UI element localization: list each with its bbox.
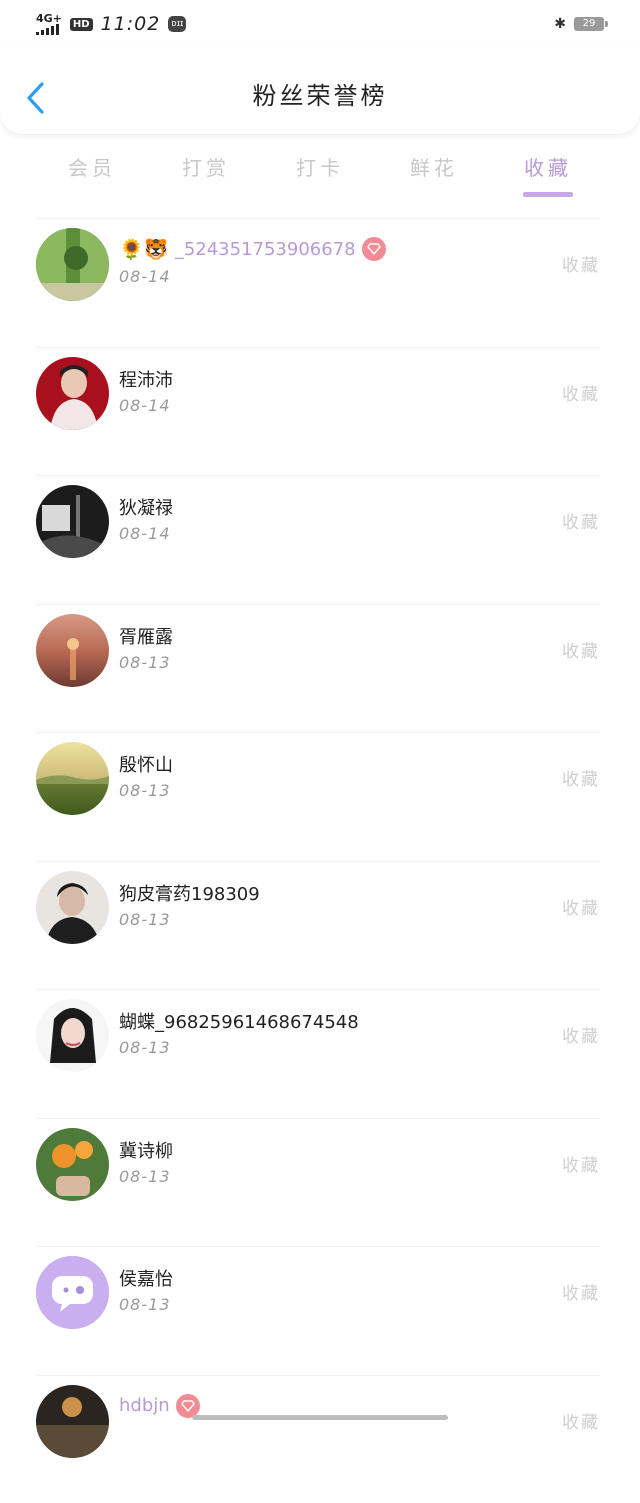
favorite-label: 收藏	[562, 1022, 600, 1047]
battery-indicator: 29	[574, 17, 604, 31]
username: 程沛沛	[119, 366, 173, 392]
favorite-label: 收藏	[562, 894, 600, 919]
username-emoji: 🌻🐯	[119, 237, 169, 261]
tab-label: 收藏	[524, 156, 572, 180]
avatar[interactable]	[36, 228, 109, 301]
username: 狗皮膏药198309	[119, 880, 260, 906]
status-left: 4G+ HD 11:02 ᴅɪɪ	[36, 13, 186, 35]
favorite-label: 收藏	[562, 765, 600, 790]
avatar[interactable]	[36, 1256, 109, 1329]
username-line: 殷怀山	[119, 751, 173, 777]
date: 08-13	[119, 653, 171, 672]
hd-badge: HD	[70, 18, 93, 31]
avatar-image	[36, 485, 109, 558]
list-item[interactable]: 狄凝禄 08-14 收藏	[36, 475, 600, 604]
status-right: ✱ 29	[554, 16, 604, 32]
favorite-label: 收藏	[562, 1279, 600, 1304]
username-line: 🌻🐯 _524351753906678	[119, 237, 386, 261]
tab-label: 鲜花	[410, 156, 458, 180]
status-bar: 4G+ HD 11:02 ᴅɪɪ ✱ 29	[0, 0, 640, 48]
username: 冀诗柳	[119, 1137, 173, 1163]
avatar[interactable]	[36, 742, 109, 815]
avatar-image	[36, 614, 109, 687]
avatar-image	[36, 742, 109, 815]
username-line: hdbjn	[119, 1394, 200, 1418]
list-item[interactable]: 胥雁露 08-13 收藏	[36, 604, 600, 733]
tab-bar: 会员 打赏 打卡 鲜花 收藏	[0, 140, 640, 198]
clock: 11:02	[101, 13, 161, 35]
favorite-label: 收藏	[562, 1408, 600, 1433]
tab-flowers[interactable]: 鲜花	[378, 140, 490, 198]
username-line: 狄凝禄	[119, 494, 173, 520]
signal-bars-icon	[36, 23, 62, 35]
date: 08-13	[119, 1167, 171, 1186]
favorite-label: 收藏	[562, 508, 600, 533]
default-avatar-icon	[36, 1256, 109, 1329]
home-indicator[interactable]	[192, 1415, 448, 1420]
tab-label: 会员	[68, 156, 116, 180]
avatar[interactable]	[36, 871, 109, 944]
avatar-image	[36, 357, 109, 430]
username-line: 侯嘉怡	[119, 1265, 173, 1291]
avatar[interactable]	[36, 999, 109, 1072]
active-tab-indicator	[523, 192, 573, 197]
avatar-image	[36, 1128, 109, 1201]
list-item[interactable]: 狗皮膏药198309 08-13 收藏	[36, 861, 600, 990]
vip-diamond-icon	[176, 1394, 200, 1418]
date: 08-14	[119, 396, 171, 415]
vip-diamond-icon	[362, 237, 386, 261]
fan-list: 🌻🐯 _524351753906678 08-14 收藏 程沛沛 08-14 收…	[0, 218, 640, 1503]
dji-icon: ᴅɪɪ	[168, 16, 186, 32]
username-line: 胥雁露	[119, 623, 173, 649]
tab-rewards[interactable]: 打赏	[150, 140, 262, 198]
username-line: 狗皮膏药198309	[119, 880, 260, 906]
tab-checkin[interactable]: 打卡	[264, 140, 376, 198]
list-item[interactable]: 冀诗柳 08-13 收藏	[36, 1118, 600, 1247]
signal-indicator: 4G+	[36, 13, 62, 35]
list-item[interactable]: 殷怀山 08-13 收藏	[36, 732, 600, 861]
avatar[interactable]	[36, 1385, 109, 1458]
avatar[interactable]	[36, 357, 109, 430]
bluetooth-icon: ✱	[554, 16, 566, 32]
date: 08-14	[119, 524, 171, 543]
tab-label: 打赏	[182, 156, 230, 180]
avatar-image	[36, 871, 109, 944]
date: 08-13	[119, 910, 171, 929]
header: 粉丝荣誉榜	[0, 48, 640, 135]
date: 08-14	[119, 267, 171, 286]
list-item[interactable]: 程沛沛 08-14 收藏	[36, 347, 600, 476]
tab-favorites[interactable]: 收藏	[492, 140, 604, 198]
page-title: 粉丝荣誉榜	[0, 76, 640, 111]
avatar-image	[36, 1385, 109, 1458]
username: 胥雁露	[119, 623, 173, 649]
favorite-label: 收藏	[562, 1151, 600, 1176]
avatar[interactable]	[36, 485, 109, 558]
list-item[interactable]: hdbjn 收藏	[36, 1375, 600, 1503]
avatar-image	[36, 999, 109, 1072]
date: 08-13	[119, 1295, 171, 1314]
tab-membership[interactable]: 会员	[36, 140, 148, 198]
avatar[interactable]	[36, 1128, 109, 1201]
list-item[interactable]: 蝴蝶_968259614686745​48 08-13 收藏	[36, 989, 600, 1118]
username: 狄凝禄	[119, 494, 173, 520]
username: 蝴蝶_968259614686745​48	[119, 1008, 359, 1034]
username: hdbjn	[119, 1395, 170, 1416]
username-line: 蝴蝶_968259614686745​48	[119, 1008, 359, 1034]
username-line: 冀诗柳	[119, 1137, 173, 1163]
favorite-label: 收藏	[562, 380, 600, 405]
username-line: 程沛沛	[119, 366, 173, 392]
avatar-image	[36, 228, 109, 301]
date: 08-13	[119, 1038, 171, 1057]
list-item[interactable]: 侯嘉怡 08-13 收藏	[36, 1246, 600, 1375]
list-item[interactable]: 🌻🐯 _524351753906678 08-14 收藏	[36, 218, 600, 347]
favorite-label: 收藏	[562, 637, 600, 662]
avatar[interactable]	[36, 614, 109, 687]
favorite-label: 收藏	[562, 251, 600, 276]
date: 08-13	[119, 781, 171, 800]
username: 殷怀山	[119, 751, 173, 777]
username: _524351753906678	[175, 239, 356, 260]
username: 侯嘉怡	[119, 1265, 173, 1291]
tab-label: 打卡	[296, 156, 344, 180]
